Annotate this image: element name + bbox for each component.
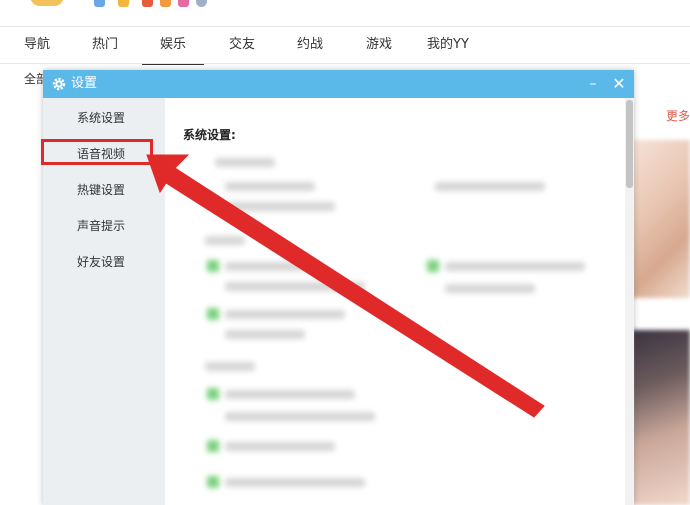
annotation-arrow [146,154,545,418]
